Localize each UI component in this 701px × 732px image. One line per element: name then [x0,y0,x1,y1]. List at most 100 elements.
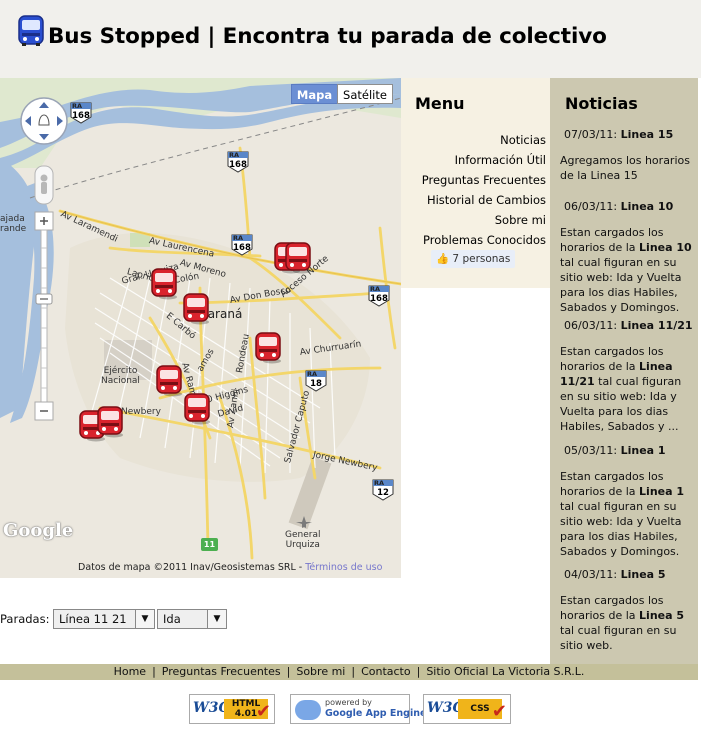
news-line-name: Linea 11/21 [620,319,693,332]
footer-separator: | [416,665,421,678]
route-shield-12: RA 12 [372,479,394,501]
map-base-layer [0,78,401,578]
checkmark-icon: ✔ [491,701,507,722]
shield-road-type: RA [72,102,83,110]
map-label-ejercito: Ejército Nacional [101,366,140,386]
route-badge: 11 [201,538,218,551]
news-item: 06/03/11: Linea 10 Estan cargados los hor… [560,200,694,315]
bus-icon [255,332,281,364]
news-body: Agregamos los horarios de la Linea 15 [560,153,694,183]
route-shield-18: RA 18 [305,370,327,392]
w3c-css-badge[interactable]: W3C CSS ✔ [423,694,511,724]
news-date: 04/03/11: Linea 5 [560,568,694,582]
bus-icon [151,268,177,300]
chevron-down-icon: ▼ [135,610,154,628]
bus-stop-marker[interactable] [184,393,210,425]
news-date: 06/03/11: Linea 10 [560,200,694,214]
shield-number: 12 [377,488,389,498]
news-body-text: tal cual figuran en su sitio web. [560,624,677,652]
bus-stop-marker[interactable] [156,365,182,397]
bus-stop-marker[interactable] [255,332,281,364]
paradas-label: Paradas: [0,612,50,626]
news-date: 07/03/11: Linea 15 [560,128,694,142]
news-item: 06/03/11: Linea 11/21 Estan cargados los … [560,319,694,434]
bus-stop-marker[interactable] [97,406,123,438]
news-date: 06/03/11: Linea 11/21 [560,319,694,333]
news-date-text: 05/03/11: [564,444,618,457]
map-label-bajada: ajada rande [0,214,27,234]
google-app-engine-badge[interactable]: powered by Google App Engine [290,694,426,724]
shield-number: 168 [233,243,251,253]
news-item: 05/03/11: Linea 1 Estan cargados los hora… [560,444,694,559]
satellite-type-button[interactable]: Satélite [337,84,393,104]
shield-road-type: RA [370,285,381,293]
bus-logo-icon [18,15,44,46]
news-date-text: 06/03/11: [564,200,618,213]
map-type-button[interactable]: Mapa [291,84,338,104]
bus-stop-marker[interactable] [285,242,311,274]
line-select[interactable]: Línea 11 21 ▼ [53,609,155,629]
news-date-text: 04/03/11: [564,568,618,581]
footer-separator: | [286,665,291,678]
line-select-value: Línea 11 21 [59,612,127,626]
chevron-down-icon: ▼ [207,610,226,628]
map-attribution-text: Datos de mapa ©2011 Inav/Geosistemas SRL… [78,562,303,573]
route-shield-168: RA 168 [70,102,92,124]
like-button[interactable]: 👍 7 personas [431,250,516,268]
menu-list: Noticias Información Útil Preguntas Frec… [422,130,546,250]
menu-item-informacion-util[interactable]: Información Útil [422,150,546,170]
map-view[interactable]: Mapa Satélite Paraná Ejército Nacional G… [0,78,401,578]
news-body-highlight: Linea 10 [639,241,692,254]
news-line-name: Linea 10 [620,200,674,213]
menu-item-noticias[interactable]: Noticias [422,130,546,150]
footer-separator: | [152,665,156,678]
news-date-text: 06/03/11: [564,319,618,332]
route-shield-168: RA 168 [231,234,253,256]
shield-number: 168 [370,294,388,304]
page-title: Bus Stopped | Encontra tu parada de cole… [48,24,607,49]
news-body-text: Agregamos los horarios de la Linea 15 [560,154,690,182]
news-line-name: Linea 5 [620,568,666,581]
news-panel: Noticias 07/03/11: Linea 15 Agregamos los… [550,78,698,664]
footer-nav: Home | Preguntas Frecuentes | Sobre mi | Conta… [0,664,698,680]
footer-link-contacto[interactable]: Contacto [361,665,411,678]
news-item: 07/03/11: Linea 15 Agregamos los horarios… [560,128,694,183]
app-engine-icon [295,700,321,720]
route-shield-168: RA 168 [227,151,249,173]
bus-icon [183,293,209,325]
header: Bus Stopped | Encontra tu parada de cole… [0,0,701,78]
menu-item-preguntas-frecuentes[interactable]: Preguntas Frecuentes [422,170,546,190]
news-body: Estan cargados los horarios de la Linea … [560,469,694,559]
checkmark-icon: ✔ [255,701,271,722]
menu-item-historial-de-cambios[interactable]: Historial de Cambios [422,190,546,210]
news-body: Estan cargados los horarios de la Linea … [560,225,694,315]
news-body-text: tal cual figuran en su sitio web: Ida y … [560,500,682,558]
menu-item-problemas-conocidos[interactable]: Problemas Conocidos [422,230,546,250]
shield-road-type: RA [307,370,318,378]
bus-icon [184,393,210,425]
news-line-name: Linea 1 [620,444,666,457]
footer-link-preguntas-frecuentes[interactable]: Preguntas Frecuentes [162,665,281,678]
w3c-html-badge[interactable]: W3C HTML 4.01 ✔ [189,694,275,724]
footer-separator: | [351,665,356,678]
bus-stop-marker[interactable] [151,268,177,300]
menu-item-sobre-mi[interactable]: Sobre mi [422,210,546,230]
direction-select[interactable]: Ida ▼ [157,609,227,629]
footer-link-sitio-oficial[interactable]: Sitio Oficial La Victoria S.R.L. [426,665,584,678]
like-count: 7 personas [452,253,511,265]
terms-of-use-link[interactable]: Términos de uso [305,562,382,573]
direction-select-value: Ida [163,612,181,626]
footer-link-sobre-mi[interactable]: Sobre mi [296,665,345,678]
news-title: Noticias [565,94,638,113]
news-date-text: 07/03/11: [564,128,618,141]
menu-panel: Menu Noticias Información Útil Preguntas… [401,78,550,288]
gae-powered-by: powered by [325,698,372,707]
bus-stop-marker[interactable] [183,293,209,325]
google-logo: Google [3,520,74,541]
news-item: 04/03/11: Linea 5 Estan cargados los hora… [560,568,694,653]
bus-icon [156,365,182,397]
footer-link-home[interactable]: Home [114,665,146,678]
shield-road-type: RA [374,479,385,487]
shield-number: 18 [310,379,322,389]
news-body: Estan cargados los horarios de la Linea … [560,344,694,434]
